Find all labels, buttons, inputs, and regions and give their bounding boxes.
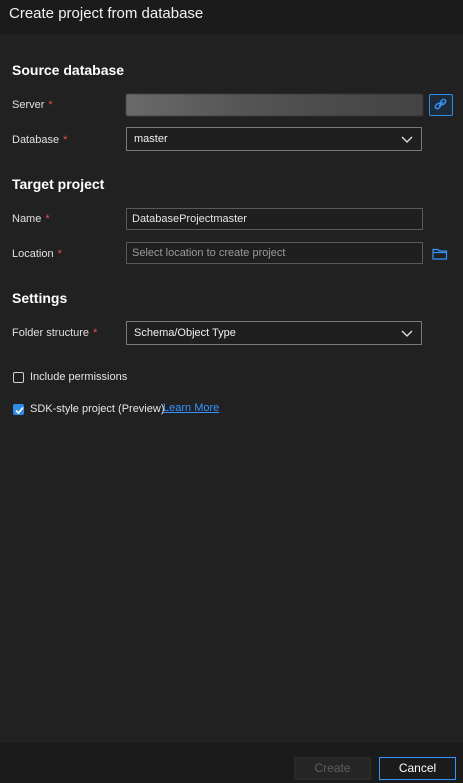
dialog-header: Create project from database	[0, 0, 463, 34]
required-marker: *	[93, 327, 98, 339]
connect-button[interactable]	[429, 94, 453, 116]
include-permissions-checkbox[interactable]	[13, 372, 24, 383]
folder-structure-label: Folder structure *	[12, 327, 98, 339]
folder-icon[interactable]	[432, 247, 448, 261]
settings-heading: Settings	[12, 290, 68, 306]
learn-more-link[interactable]: Learn More	[163, 402, 219, 414]
database-select-value: master	[134, 133, 168, 145]
folder-structure-select[interactable]: Schema/Object Type	[126, 321, 422, 345]
folder-structure-value: Schema/Object Type	[134, 327, 236, 339]
project-name-input[interactable]	[126, 208, 423, 230]
link-icon	[434, 98, 447, 110]
include-permissions-label: Include permissions	[30, 371, 128, 383]
required-marker: *	[45, 213, 50, 225]
dialog-title: Create project from database	[9, 5, 204, 22]
chevron-down-icon	[401, 136, 413, 143]
sdk-style-checkbox[interactable]	[13, 404, 24, 415]
required-marker: *	[57, 248, 62, 260]
source-database-heading: Source database	[12, 62, 125, 78]
database-label: Database *	[12, 134, 68, 146]
database-select[interactable]: master	[126, 127, 422, 151]
required-marker: *	[48, 99, 53, 111]
server-input[interactable]	[126, 94, 423, 116]
sdk-style-label: SDK-style project (Preview)	[30, 403, 165, 415]
checkmark-icon	[15, 406, 24, 415]
location-input[interactable]	[126, 242, 423, 264]
location-label: Location *	[12, 248, 62, 260]
required-marker: *	[63, 134, 68, 146]
target-project-heading: Target project	[12, 176, 105, 192]
name-label: Name *	[12, 213, 50, 225]
create-button[interactable]: Create	[294, 757, 371, 780]
chevron-down-icon	[401, 330, 413, 337]
server-label: Server *	[12, 99, 53, 111]
cancel-button[interactable]: Cancel	[379, 757, 456, 780]
